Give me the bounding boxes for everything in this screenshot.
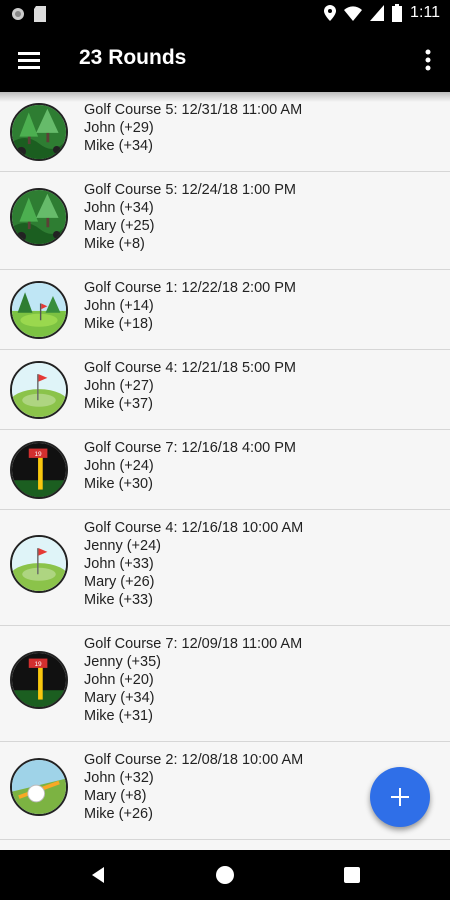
plus-icon (391, 788, 409, 806)
hamburger-menu-icon[interactable] (16, 46, 44, 74)
round-course-datetime: Golf Course 4: 12/16/18 10:00 AM (84, 520, 304, 536)
player-score: Mary (+26) (84, 574, 155, 590)
round-details: Golf Course 7: 12/16/18 4:00 PM John (+24… (84, 439, 296, 493)
round-list-item[interactable]: Golf Course 4: 12/21/18 5:00 PM John (+27… (0, 350, 450, 430)
add-round-button[interactable] (370, 767, 430, 827)
status-bar: 1:11 (0, 0, 450, 28)
round-course-datetime: Golf Course 5: 12/31/18 11:00 AM (84, 102, 303, 118)
round-course-datetime: Golf Course 5: 12/24/18 1:00 PM (84, 182, 296, 198)
overflow-menu-icon[interactable] (420, 46, 436, 74)
round-details: Golf Course 2: 12/08/18 10:00 AM John (+3… (84, 751, 303, 823)
hole-19-flag-icon: 19 (10, 651, 68, 709)
round-details: Golf Course 5: 12/24/18 1:00 PM John (+34… (84, 181, 296, 253)
player-score: Mike (+34) (84, 138, 153, 154)
player-score: Jenny (+24) (84, 538, 161, 554)
player-score: Mike (+31) (84, 708, 153, 724)
round-course-datetime: Golf Course 7: 12/16/18 4:00 PM (84, 440, 296, 456)
round-list-item[interactable]: 19 Golf Course 7: 12/16/18 4:00 PM John (+… (0, 430, 450, 510)
sd-card-icon (34, 6, 46, 22)
player-score: Jenny (+35) (84, 654, 161, 670)
back-triangle-icon[interactable] (88, 864, 110, 886)
notification-dot-icon (12, 8, 24, 20)
page-title: 23 Rounds (79, 46, 187, 69)
app-bar: 23 Rounds (0, 28, 450, 92)
player-score: John (+34) (84, 200, 154, 216)
round-course-datetime: Golf Course 7: 12/09/18 11:00 AM (84, 636, 303, 652)
player-score: Mike (+37) (84, 396, 153, 412)
hole-19-flag-icon: 19 (10, 441, 68, 499)
player-score: Mike (+18) (84, 316, 153, 332)
player-score: Mike (+8) (84, 236, 145, 252)
player-score: Mike (+30) (84, 476, 153, 492)
round-details: Golf Course 1: 12/22/18 2:00 PM John (+14… (84, 279, 296, 333)
round-details: Golf Course 5: 12/31/18 11:00 AM John (+2… (84, 101, 302, 155)
appbar-shadow (0, 92, 450, 102)
player-score: John (+20) (84, 672, 154, 688)
rounds-list[interactable]: Golf Course 5: 12/31/18 11:00 AM John (+2… (0, 92, 450, 850)
battery-icon (392, 4, 403, 22)
round-list-item[interactable]: Golf Course 4: 12/16/18 10:00 AM Jenny (+… (0, 510, 450, 626)
wifi-icon (344, 6, 363, 21)
round-list-item[interactable]: 19 Golf Course 7: 12/09/18 11:00 AM Jenny … (0, 626, 450, 742)
player-score: John (+32) (84, 770, 154, 786)
player-score: John (+27) (84, 378, 154, 394)
svg-text:19: 19 (34, 451, 42, 458)
round-list-item[interactable]: Golf Course 1: 12/22/18 2:00 PM John (+14… (0, 270, 450, 350)
player-score: John (+33) (84, 556, 154, 572)
round-list-item[interactable]: Golf Course 2: 11/27/18 2:00 PMJohn (+33… (0, 840, 450, 850)
player-score: Mike (+26) (84, 806, 153, 822)
player-score: John (+24) (84, 458, 154, 474)
round-course-datetime: Golf Course 2: 12/08/18 10:00 AM (84, 752, 304, 768)
status-time: 1:11 (410, 4, 440, 21)
golf-ball-tee-icon (10, 758, 68, 816)
player-score: Mike (+33) (84, 592, 153, 608)
player-score: John (+29) (84, 120, 154, 136)
location-icon (324, 5, 337, 21)
recents-square-icon[interactable] (341, 864, 363, 886)
round-list-item[interactable]: Golf Course 5: 12/24/18 1:00 PM John (+34… (0, 172, 450, 270)
player-score: Mary (+25) (84, 218, 155, 234)
round-details: Golf Course 7: 12/09/18 11:00 AM Jenny (+… (84, 635, 302, 725)
system-nav-bar (0, 850, 450, 900)
round-details: Golf Course 4: 12/21/18 5:00 PM John (+27… (84, 359, 296, 413)
home-circle-icon[interactable] (214, 864, 236, 886)
round-list-item[interactable]: Golf Course 5: 12/31/18 11:00 AM John (+2… (0, 92, 450, 172)
round-course-datetime: Golf Course 4: 12/21/18 5:00 PM (84, 360, 296, 376)
forest-course-icon (10, 188, 68, 246)
round-course-datetime: Golf Course 1: 12/22/18 2:00 PM (84, 280, 296, 296)
pine-green-course-icon (10, 281, 68, 339)
red-flag-green-icon (10, 361, 68, 419)
player-score: John (+14) (84, 298, 154, 314)
red-flag-green-icon (10, 535, 68, 593)
forest-course-icon (10, 103, 68, 161)
svg-text:19: 19 (34, 661, 42, 668)
signal-icon (370, 5, 385, 21)
player-score: Mary (+34) (84, 690, 155, 706)
round-details: Golf Course 4: 12/16/18 10:00 AM Jenny (+… (84, 519, 303, 609)
player-score: Mary (+8) (84, 788, 147, 804)
